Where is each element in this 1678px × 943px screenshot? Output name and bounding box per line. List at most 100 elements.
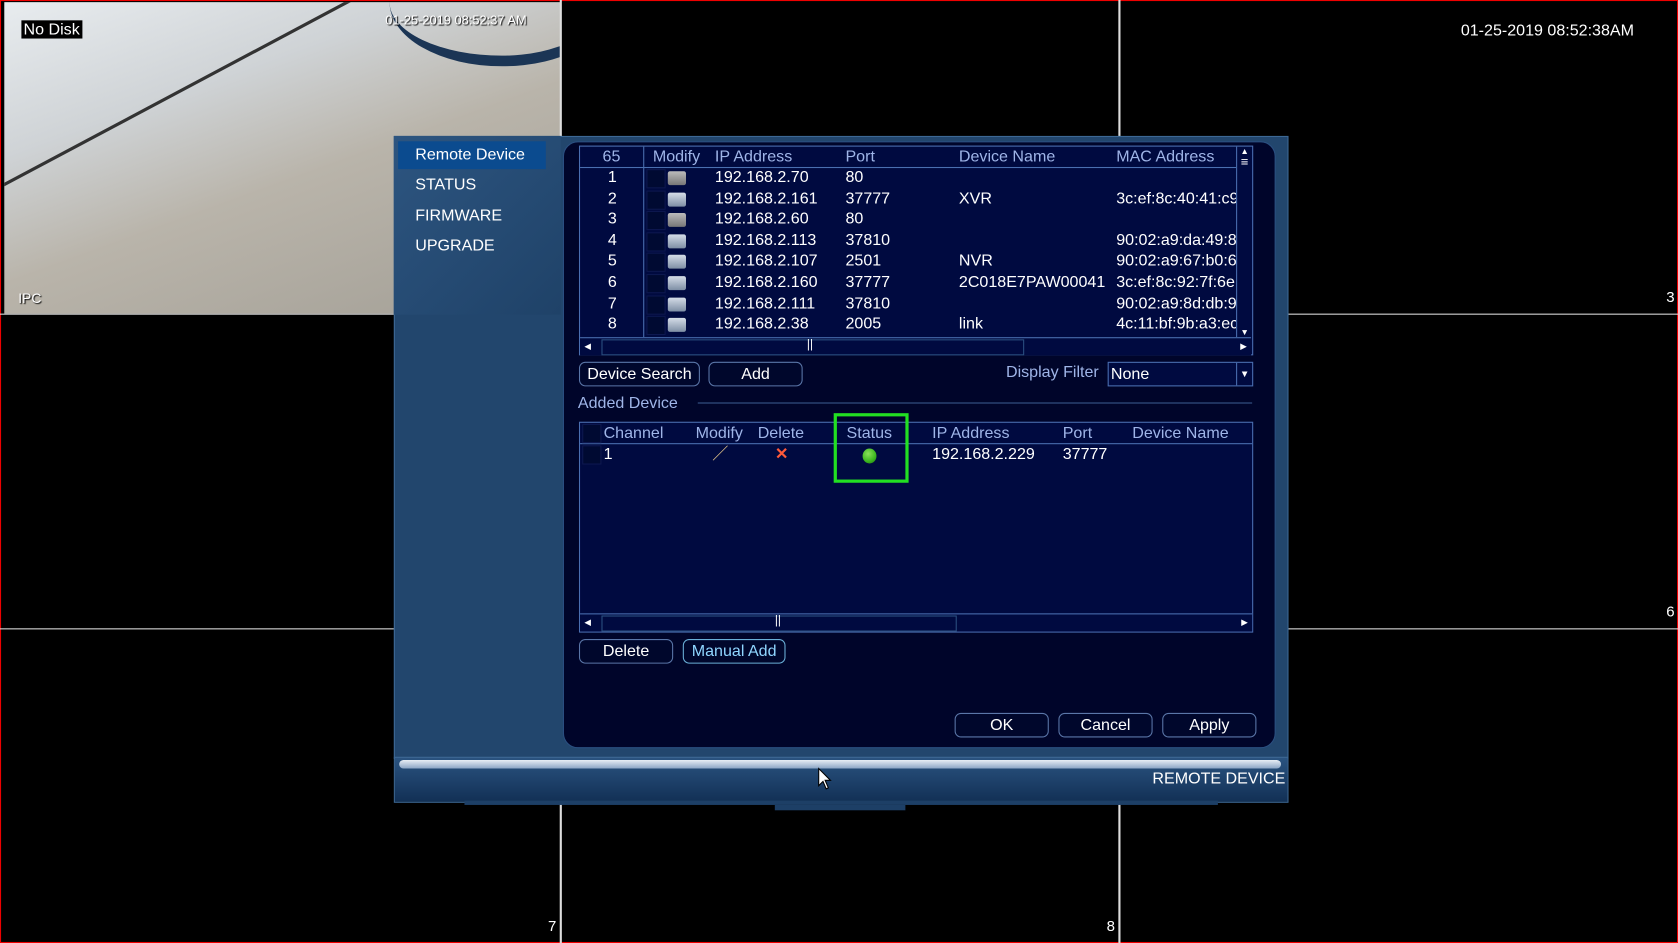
modify-device-icon[interactable]	[667, 213, 686, 228]
mac-cell: 90:02:a9:da:49:8	[1116, 230, 1237, 250]
ok-button[interactable]: OK	[954, 712, 1049, 738]
manual-add-button[interactable]: Manual Add	[682, 639, 786, 664]
ip-cell: 192.168.2.70	[714, 168, 809, 187]
mac-cell: 3c:ef:8c:40:41:c9	[1116, 189, 1237, 208]
channel-number: 3	[1666, 287, 1675, 306]
sidebar-item-firmware[interactable]: FIRMWARE	[398, 202, 546, 230]
table-row[interactable]: 1 ／ ✕ 192.168.2.229 37777	[580, 444, 1252, 465]
table-row[interactable]: 3 192.168.2.60 80	[580, 209, 1236, 231]
delete-button[interactable]: Delete	[578, 639, 674, 664]
channel-number: 6	[1666, 602, 1675, 620]
modify-header: Modify	[652, 147, 701, 166]
tile-timestamp: 01-25-2019 08:52:37 AM	[385, 12, 527, 28]
delete-x-icon[interactable]: ✕	[773, 446, 791, 463]
sidebar-item-upgrade[interactable]: UPGRADE	[398, 232, 546, 260]
table-row[interactable]: 6 192.168.2.160 37777 2C018E7PAW00041 3c…	[580, 272, 1236, 294]
row-checkbox[interactable]	[646, 232, 666, 252]
port-header: Port	[1062, 423, 1093, 443]
device-name-cell: 2C018E7PAW00041	[958, 272, 1106, 292]
channel-number: 7	[547, 917, 557, 935]
sidebar-item-remote-device[interactable]: Remote Device	[398, 141, 546, 170]
no-disk-label: No Disk	[21, 20, 82, 39]
row-number: 1	[607, 168, 617, 187]
port-cell: 37777	[1062, 445, 1108, 464]
row-checkbox[interactable]	[646, 190, 666, 210]
display-filter-select[interactable]: None ▼	[1107, 361, 1254, 387]
ip-cell: 192.168.2.113	[714, 230, 817, 250]
row-number: 2	[607, 189, 617, 208]
ip-cell: 192.168.2.111	[714, 293, 816, 313]
vertical-scrollbar[interactable]: ▲ ≡ ▼	[1236, 146, 1252, 338]
display-filter-value: None	[1110, 365, 1150, 384]
row-number: 7	[607, 293, 617, 313]
count-header: 65	[602, 147, 621, 166]
row-number: 8	[607, 314, 617, 334]
port-header[interactable]: Port	[845, 148, 874, 166]
ip-cell: 192.168.2.60	[714, 209, 809, 229]
modify-device-icon[interactable]	[667, 276, 686, 291]
cancel-button[interactable]: Cancel	[1058, 712, 1153, 738]
port-cell: 2501	[845, 251, 882, 271]
table-row[interactable]: 5 192.168.2.107 2501 NVR 90:02:a9:67:b0:…	[580, 251, 1237, 273]
mouse-cursor-icon	[818, 767, 832, 790]
sidebar-item-status[interactable]: STATUS	[398, 171, 546, 199]
row-number: 4	[607, 230, 617, 250]
footer-bar-tab	[774, 804, 906, 811]
row-checkbox[interactable]	[646, 253, 666, 273]
row-checkbox[interactable]	[646, 294, 666, 315]
ip-cell: 192.168.2.38	[714, 314, 809, 334]
horizontal-scrollbar[interactable]: ◀ || ▶	[580, 337, 1252, 356]
ip-cell: 192.168.2.160	[714, 272, 818, 292]
row-checkbox[interactable]	[646, 315, 666, 336]
modify-device-icon[interactable]	[667, 255, 686, 270]
modify-device-icon[interactable]	[667, 234, 686, 249]
table-row[interactable]: 7 192.168.2.111 37810 90:02:a9:8d:db:9	[580, 293, 1236, 315]
mac-header[interactable]: MAC Address	[1116, 148, 1214, 166]
channel-number: 8	[1106, 917, 1115, 935]
mac-cell: 90:02:a9:67:b0:6	[1116, 251, 1237, 271]
row-checkbox[interactable]	[646, 274, 666, 294]
ip-header[interactable]: IP Address	[715, 148, 792, 166]
device-name-cell: XVR	[958, 189, 992, 208]
modify-device-icon[interactable]	[667, 192, 686, 207]
table-row[interactable]: 8 192.168.2.38 2005 link 4c:11:bf:9b:a3:…	[580, 314, 1237, 336]
ip-cell: 192.168.2.107	[714, 251, 818, 271]
table-row[interactable]: 1 192.168.2.70 80	[580, 168, 1236, 189]
modify-header: Modify	[695, 423, 743, 443]
mac-cell: 4c:11:bf:9b:a3:ec	[1116, 314, 1237, 334]
modify-device-icon[interactable]	[667, 318, 686, 333]
tile-label: IPC	[18, 290, 42, 307]
device-search-button[interactable]: Device Search	[578, 361, 700, 387]
table-row[interactable]: 4 192.168.2.113 37810 90:02:a9:da:49:8	[580, 230, 1237, 252]
table-row[interactable]: 2 192.168.2.161 37777 XVR 3c:ef:8c:40:41…	[580, 189, 1237, 210]
row-checkbox[interactable]	[646, 169, 666, 189]
select-all-checkbox[interactable]	[582, 423, 602, 444]
add-button[interactable]: Add	[708, 361, 803, 387]
added-device-table[interactable]: Channel Modify Delete Status IP Address …	[578, 421, 1254, 633]
device-name-cell: link	[958, 314, 983, 334]
channel-cell: 1	[603, 445, 613, 464]
device-name-header[interactable]: Device Name	[959, 148, 1055, 166]
device-name-cell: NVR	[958, 251, 993, 271]
port-cell: 37810	[845, 230, 891, 250]
row-checkbox[interactable]	[646, 211, 666, 231]
modify-device-icon[interactable]	[667, 171, 686, 186]
search-results-table[interactable]: 65 Modify IP Address Port Device Name MA…	[578, 145, 1254, 356]
port-cell: 80	[845, 209, 864, 229]
horizontal-scrollbar[interactable]: ◀ || ▶	[580, 613, 1253, 632]
apply-button[interactable]: Apply	[1162, 712, 1257, 738]
row-checkbox[interactable]	[582, 445, 602, 465]
chevron-down-icon[interactable]: ▼	[1236, 362, 1252, 386]
ip-cell: 192.168.2.229	[932, 445, 1035, 464]
mac-cell: 3c:ef:8c:92:7f:6e	[1116, 272, 1235, 292]
port-cell: 37777	[845, 189, 891, 208]
divider	[697, 402, 1253, 404]
modify-device-icon[interactable]	[667, 297, 686, 312]
ip-header: IP Address	[932, 423, 1010, 443]
added-device-label: Added Device	[577, 393, 678, 413]
port-cell: 2005	[845, 314, 882, 334]
row-number: 3	[607, 209, 617, 229]
pencil-icon[interactable]: ／	[711, 446, 730, 463]
device-name-header: Device Name	[1132, 423, 1229, 443]
delete-header: Delete	[757, 423, 805, 443]
